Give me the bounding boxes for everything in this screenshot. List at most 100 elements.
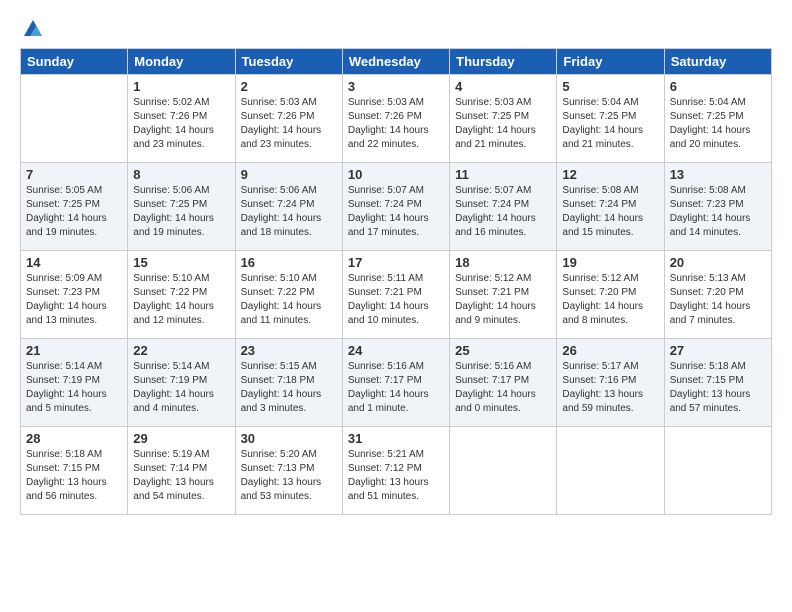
day-info: Sunrise: 5:06 AM Sunset: 7:25 PM Dayligh… — [133, 184, 229, 240]
day-info: Sunrise: 5:13 AM Sunset: 7:20 PM Dayligh… — [670, 272, 766, 328]
logo-icon — [22, 18, 44, 40]
day-number: 24 — [348, 343, 444, 358]
day-number: 26 — [562, 343, 658, 358]
day-info: Sunrise: 5:12 AM Sunset: 7:20 PM Dayligh… — [562, 272, 658, 328]
day-info: Sunrise: 5:05 AM Sunset: 7:25 PM Dayligh… — [26, 184, 122, 240]
day-info: Sunrise: 5:14 AM Sunset: 7:19 PM Dayligh… — [133, 360, 229, 416]
day-number: 28 — [26, 431, 122, 446]
day-number: 23 — [241, 343, 337, 358]
day-header-saturday: Saturday — [664, 49, 771, 75]
day-info: Sunrise: 5:06 AM Sunset: 7:24 PM Dayligh… — [241, 184, 337, 240]
week-row-0: 1 Sunrise: 5:02 AM Sunset: 7:26 PM Daylig… — [21, 75, 772, 163]
day-number: 21 — [26, 343, 122, 358]
calendar-cell: 30Sunrise: 5:20 AM Sunset: 7:13 PM Dayli… — [235, 427, 342, 515]
day-header-friday: Friday — [557, 49, 664, 75]
calendar-cell: 17 Sunrise: 5:11 AM Sunset: 7:21 PM Dayli… — [342, 251, 449, 339]
week-row-3: 21 Sunrise: 5:14 AM Sunset: 7:19 PM Dayli… — [21, 339, 772, 427]
calendar-cell: 24 Sunrise: 5:16 AM Sunset: 7:17 PM Dayli… — [342, 339, 449, 427]
week-row-2: 14Sunrise: 5:09 AM Sunset: 7:23 PM Dayli… — [21, 251, 772, 339]
day-info: Sunrise: 5:17 AM Sunset: 7:16 PM Dayligh… — [562, 360, 658, 416]
day-info: Sunrise: 5:07 AM Sunset: 7:24 PM Dayligh… — [455, 184, 551, 240]
day-info: Sunrise: 5:21 AM Sunset: 7:12 PM Dayligh… — [348, 448, 444, 504]
logo — [20, 18, 44, 40]
calendar: SundayMondayTuesdayWednesdayThursdayFrid… — [20, 48, 772, 515]
day-number: 15 — [133, 255, 229, 270]
calendar-cell: 27 Sunrise: 5:18 AM Sunset: 7:15 PM Dayli… — [664, 339, 771, 427]
day-number: 30 — [241, 431, 337, 446]
calendar-cell: 16 Sunrise: 5:10 AM Sunset: 7:22 PM Dayli… — [235, 251, 342, 339]
calendar-cell: 21Sunrise: 5:14 AM Sunset: 7:19 PM Dayli… — [21, 339, 128, 427]
day-number: 2 — [241, 79, 337, 94]
day-info: Sunrise: 5:15 AM Sunset: 7:18 PM Dayligh… — [241, 360, 337, 416]
day-info: Sunrise: 5:03 AM Sunset: 7:25 PM Dayligh… — [455, 96, 551, 152]
day-info: Sunrise: 5:16 AM Sunset: 7:17 PM Dayligh… — [348, 360, 444, 416]
calendar-cell: 14Sunrise: 5:09 AM Sunset: 7:23 PM Dayli… — [21, 251, 128, 339]
day-number: 22 — [133, 343, 229, 358]
calendar-cell — [21, 75, 128, 163]
calendar-cell: 15 Sunrise: 5:10 AM Sunset: 7:22 PM Dayli… — [128, 251, 235, 339]
day-number: 7 — [26, 167, 122, 182]
day-header-tuesday: Tuesday — [235, 49, 342, 75]
calendar-cell: 22 Sunrise: 5:14 AM Sunset: 7:19 PM Dayli… — [128, 339, 235, 427]
day-info: Sunrise: 5:10 AM Sunset: 7:22 PM Dayligh… — [133, 272, 229, 328]
calendar-cell: 3Sunrise: 5:03 AM Sunset: 7:26 PM Daylig… — [342, 75, 449, 163]
day-info: Sunrise: 5:03 AM Sunset: 7:26 PM Dayligh… — [241, 96, 337, 152]
calendar-cell: 1 Sunrise: 5:02 AM Sunset: 7:26 PM Daylig… — [128, 75, 235, 163]
day-number: 17 — [348, 255, 444, 270]
day-number: 18 — [455, 255, 551, 270]
day-number: 25 — [455, 343, 551, 358]
header — [20, 18, 772, 40]
calendar-cell — [664, 427, 771, 515]
calendar-cell: 26 Sunrise: 5:17 AM Sunset: 7:16 PM Dayli… — [557, 339, 664, 427]
day-number: 12 — [562, 167, 658, 182]
calendar-cell: 18 Sunrise: 5:12 AM Sunset: 7:21 PM Dayli… — [450, 251, 557, 339]
day-number: 31 — [348, 431, 444, 446]
calendar-cell: 5Sunrise: 5:04 AM Sunset: 7:25 PM Daylig… — [557, 75, 664, 163]
calendar-cell: 11 Sunrise: 5:07 AM Sunset: 7:24 PM Dayli… — [450, 163, 557, 251]
calendar-cell: 20 Sunrise: 5:13 AM Sunset: 7:20 PM Dayli… — [664, 251, 771, 339]
calendar-cell: 9Sunrise: 5:06 AM Sunset: 7:24 PM Daylig… — [235, 163, 342, 251]
day-info: Sunrise: 5:02 AM Sunset: 7:26 PM Dayligh… — [133, 96, 229, 152]
day-header-thursday: Thursday — [450, 49, 557, 75]
day-number: 27 — [670, 343, 766, 358]
day-number: 6 — [670, 79, 766, 94]
day-info: Sunrise: 5:08 AM Sunset: 7:24 PM Dayligh… — [562, 184, 658, 240]
day-number: 10 — [348, 167, 444, 182]
day-info: Sunrise: 5:04 AM Sunset: 7:25 PM Dayligh… — [562, 96, 658, 152]
day-header-sunday: Sunday — [21, 49, 128, 75]
day-info: Sunrise: 5:08 AM Sunset: 7:23 PM Dayligh… — [670, 184, 766, 240]
day-info: Sunrise: 5:18 AM Sunset: 7:15 PM Dayligh… — [670, 360, 766, 416]
calendar-cell: 25 Sunrise: 5:16 AM Sunset: 7:17 PM Dayli… — [450, 339, 557, 427]
calendar-cell: 13 Sunrise: 5:08 AM Sunset: 7:23 PM Dayli… — [664, 163, 771, 251]
calendar-cell: 7 Sunrise: 5:05 AM Sunset: 7:25 PM Daylig… — [21, 163, 128, 251]
day-info: Sunrise: 5:04 AM Sunset: 7:25 PM Dayligh… — [670, 96, 766, 152]
day-info: Sunrise: 5:16 AM Sunset: 7:17 PM Dayligh… — [455, 360, 551, 416]
calendar-cell — [557, 427, 664, 515]
day-number: 13 — [670, 167, 766, 182]
calendar-cell: 29Sunrise: 5:19 AM Sunset: 7:14 PM Dayli… — [128, 427, 235, 515]
day-number: 1 — [133, 79, 229, 94]
calendar-cell: 10Sunrise: 5:07 AM Sunset: 7:24 PM Dayli… — [342, 163, 449, 251]
calendar-cell: 23 Sunrise: 5:15 AM Sunset: 7:18 PM Dayli… — [235, 339, 342, 427]
day-info: Sunrise: 5:10 AM Sunset: 7:22 PM Dayligh… — [241, 272, 337, 328]
day-info: Sunrise: 5:12 AM Sunset: 7:21 PM Dayligh… — [455, 272, 551, 328]
calendar-cell: 6 Sunrise: 5:04 AM Sunset: 7:25 PM Daylig… — [664, 75, 771, 163]
calendar-cell: 12 Sunrise: 5:08 AM Sunset: 7:24 PM Dayli… — [557, 163, 664, 251]
week-row-1: 7 Sunrise: 5:05 AM Sunset: 7:25 PM Daylig… — [21, 163, 772, 251]
day-info: Sunrise: 5:09 AM Sunset: 7:23 PM Dayligh… — [26, 272, 122, 328]
day-info: Sunrise: 5:18 AM Sunset: 7:15 PM Dayligh… — [26, 448, 122, 504]
day-number: 4 — [455, 79, 551, 94]
day-header-wednesday: Wednesday — [342, 49, 449, 75]
day-number: 19 — [562, 255, 658, 270]
calendar-cell: 19 Sunrise: 5:12 AM Sunset: 7:20 PM Dayli… — [557, 251, 664, 339]
day-number: 20 — [670, 255, 766, 270]
day-header-monday: Monday — [128, 49, 235, 75]
day-number: 11 — [455, 167, 551, 182]
day-number: 8 — [133, 167, 229, 182]
page: SundayMondayTuesdayWednesdayThursdayFrid… — [0, 0, 792, 612]
day-number: 29 — [133, 431, 229, 446]
calendar-cell: 28 Sunrise: 5:18 AM Sunset: 7:15 PM Dayli… — [21, 427, 128, 515]
day-info: Sunrise: 5:11 AM Sunset: 7:21 PM Dayligh… — [348, 272, 444, 328]
day-number: 16 — [241, 255, 337, 270]
day-number: 3 — [348, 79, 444, 94]
